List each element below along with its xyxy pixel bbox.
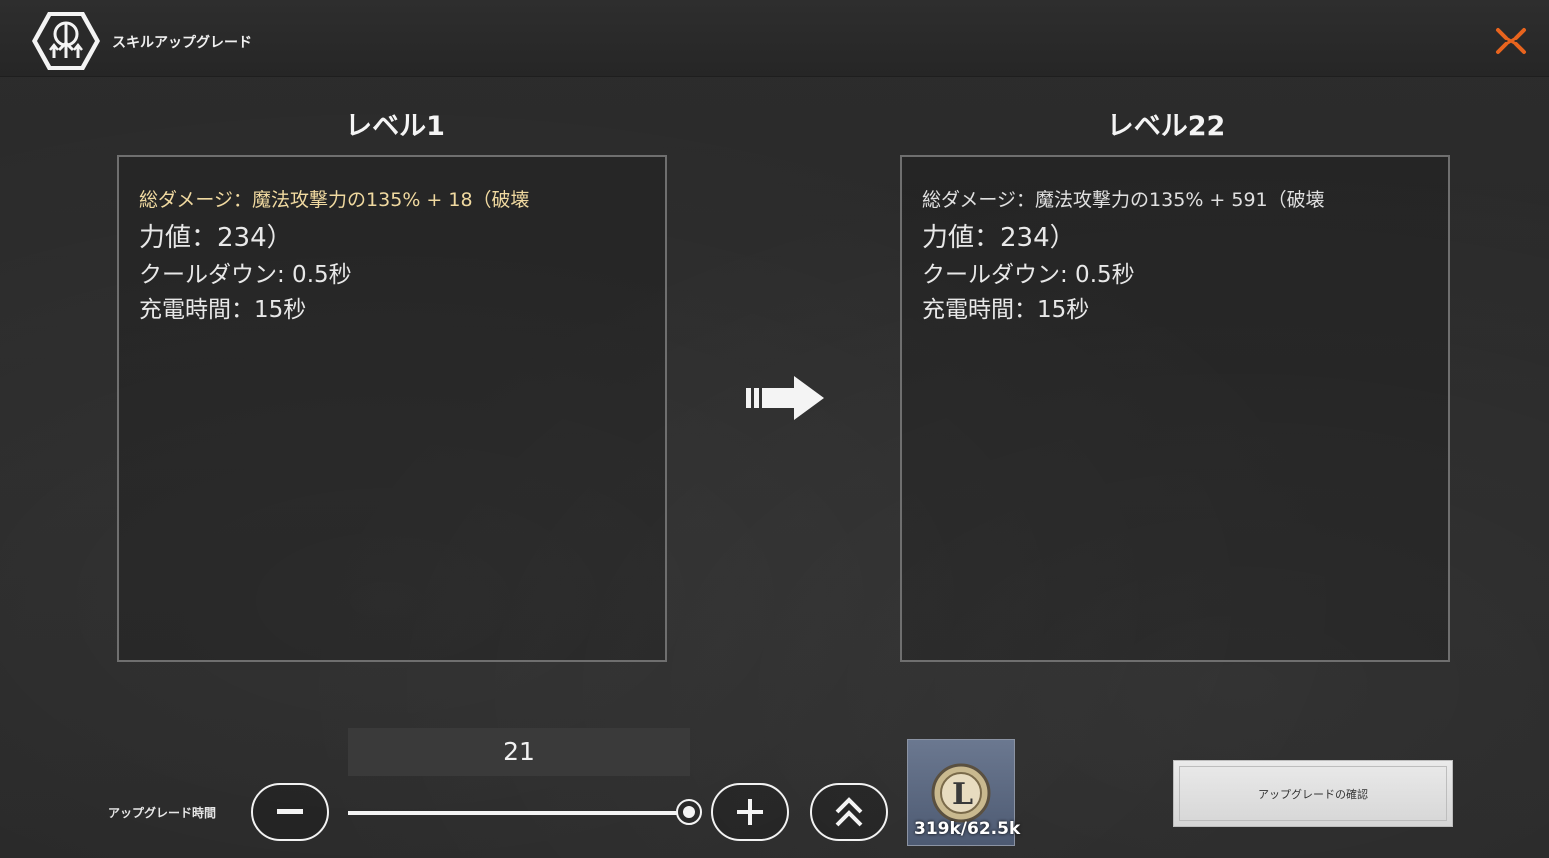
svg-text:L: L xyxy=(952,777,973,812)
next-level-label: レベル22 xyxy=(1106,111,1226,142)
close-icon[interactable] xyxy=(1494,26,1528,56)
increase-button[interactable] xyxy=(711,783,789,841)
current-level-label: レベル1 xyxy=(345,111,445,142)
current-power-line: 力値：234） xyxy=(139,223,293,253)
confirm-upgrade-label: アップグレードの確認 xyxy=(1258,787,1368,801)
slider-handle[interactable] xyxy=(676,799,702,825)
plus-icon xyxy=(737,799,763,825)
material-slot[interactable]: L 319k/62.5k xyxy=(907,739,1020,846)
page-title: スキルアップグレード xyxy=(112,35,252,51)
current-cooldown-line: クールダウン: 0.5秒 xyxy=(139,262,352,288)
material-count: 319k/62.5k xyxy=(914,819,1021,839)
upgrade-count-slider[interactable] xyxy=(348,811,688,815)
current-charge-line: 充電時間：15秒 xyxy=(139,297,307,323)
confirm-upgrade-button[interactable]: アップグレードの確認 xyxy=(1173,760,1453,827)
double-chevron-up-icon xyxy=(835,797,863,827)
max-button[interactable] xyxy=(810,783,888,841)
next-level-panel: 総ダメージ：魔法攻撃力の135% + 591（破壊 力値：234） クールダウン… xyxy=(900,155,1450,662)
current-level-panel: 総ダメージ：魔法攻撃力の135% + 18（破壊 力値：234） クールダウン:… xyxy=(117,155,667,662)
next-charge-line: 充電時間：15秒 xyxy=(922,297,1090,323)
upgrade-time-label: アップグレード時間 xyxy=(108,806,217,820)
header-bar: スキルアップグレード xyxy=(0,0,1549,77)
gold-coin-icon: L xyxy=(931,763,991,823)
minus-icon xyxy=(277,809,303,814)
current-damage-line: 総ダメージ：魔法攻撃力の135% + 18（破壊 xyxy=(139,189,530,211)
upgrade-count-display: 21 xyxy=(348,728,690,776)
skill-upgrade-emblem-icon xyxy=(32,12,100,70)
next-power-line: 力値：234） xyxy=(922,223,1076,253)
next-damage-line: 総ダメージ：魔法攻撃力の135% + 591（破壊 xyxy=(922,189,1325,211)
decrease-button[interactable] xyxy=(251,783,329,841)
arrow-right-icon xyxy=(746,376,824,420)
next-cooldown-line: クールダウン: 0.5秒 xyxy=(922,262,1135,288)
